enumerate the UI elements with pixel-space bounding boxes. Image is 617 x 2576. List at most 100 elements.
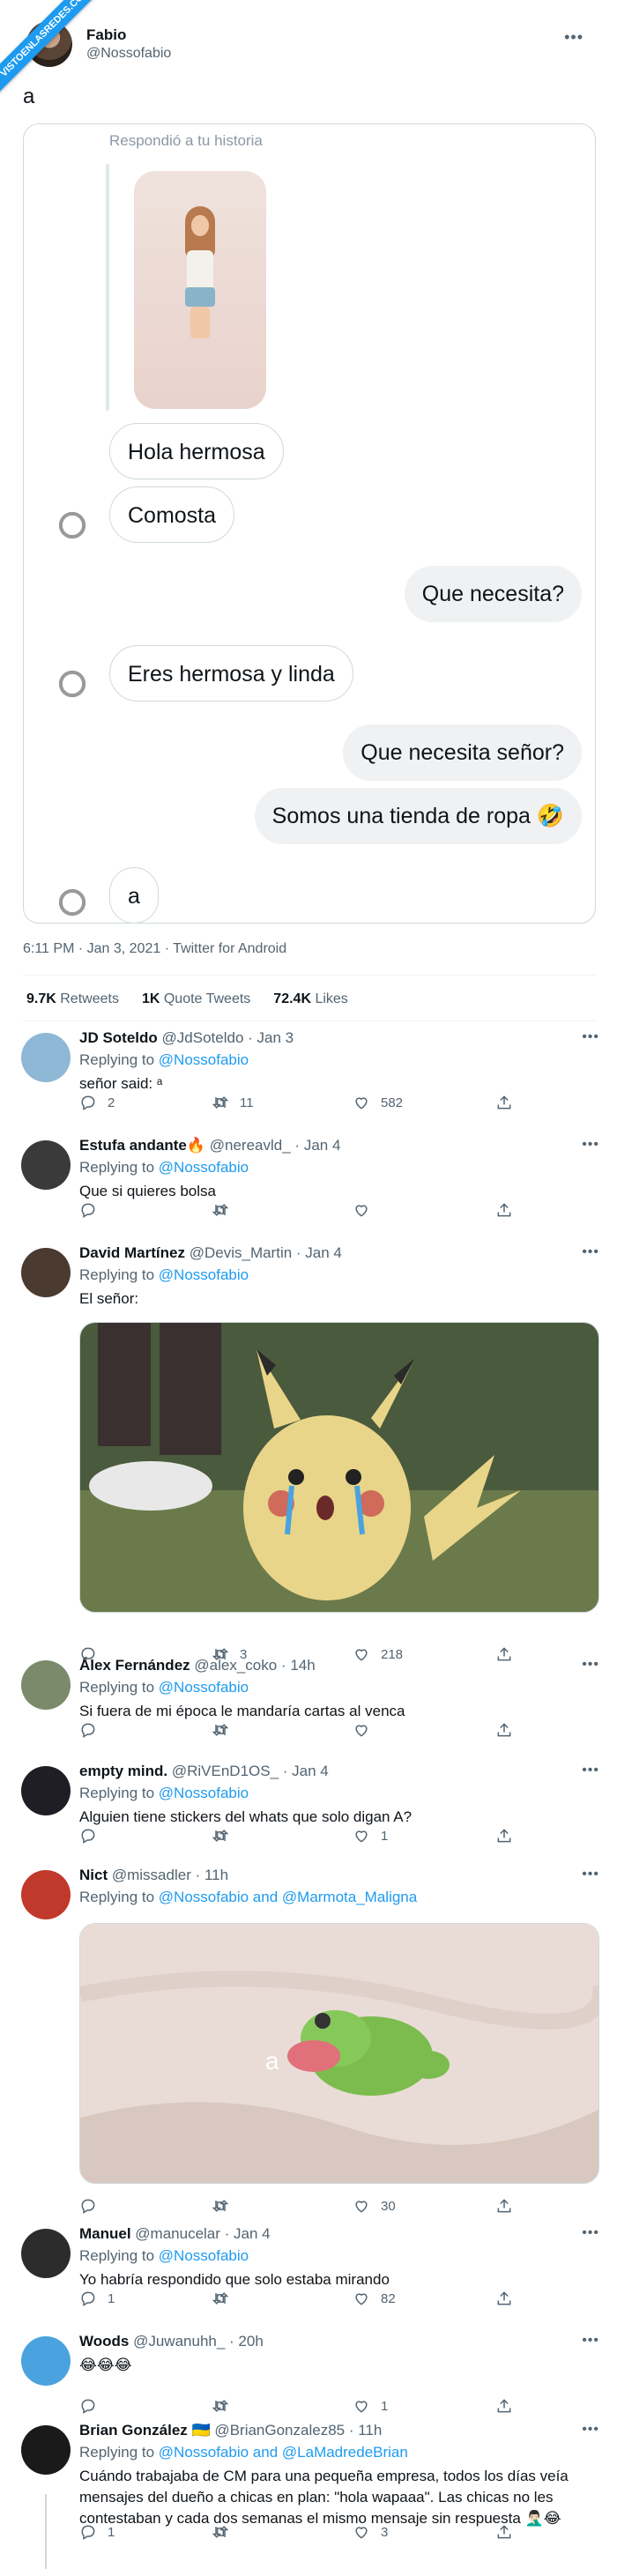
- more-options-icon[interactable]: •••: [582, 1763, 599, 1778]
- share-action[interactable]: [495, 2397, 513, 2415]
- more-options-icon[interactable]: •••: [582, 2225, 599, 2241]
- mention-link[interactable]: @Nossofabio: [159, 1266, 249, 1283]
- retweet-icon: [212, 1204, 229, 1216]
- reply-author-handle[interactable]: @Juwanuhh_: [133, 2333, 225, 2350]
- more-options-icon[interactable]: •••: [582, 1137, 599, 1153]
- mention-link[interactable]: @Nossofabio and @LaMadredeBrian: [159, 2444, 408, 2461]
- reply-media-pikachu[interactable]: [79, 1322, 599, 1613]
- reply-actions: [79, 1721, 573, 1741]
- reply-avatar[interactable]: [21, 2336, 71, 2386]
- reply-action[interactable]: [79, 1827, 108, 1845]
- reply-avatar[interactable]: [21, 2229, 71, 2278]
- reply-author-name[interactable]: Brian González: [79, 2422, 188, 2439]
- share-action[interactable]: [495, 1094, 513, 1111]
- reply-avatar[interactable]: [21, 1248, 71, 1297]
- reply-time[interactable]: Jan 4: [292, 1763, 329, 1779]
- reply-time[interactable]: Jan 4: [234, 2225, 271, 2242]
- like-action[interactable]: 1: [353, 2397, 388, 2415]
- share-action[interactable]: [495, 2197, 513, 2215]
- tweet-timestamp[interactable]: 6:11 PM · Jan 3, 2021 · Twitter for Andr…: [23, 941, 286, 957]
- retweet-action[interactable]: [212, 2523, 240, 2541]
- retweet-action[interactable]: [212, 2397, 240, 2415]
- reply-author-handle[interactable]: @nereavld_: [210, 1137, 291, 1154]
- reply-header: Brian González 🇺🇦 @BrianGonzalez85 · 11h: [79, 2422, 383, 2439]
- reply-action[interactable]: 2: [79, 1094, 115, 1111]
- reply-author-name[interactable]: Manuel: [79, 2225, 131, 2242]
- quotes-stat[interactable]: 1K Quote Tweets: [142, 991, 250, 1007]
- reply-time[interactable]: 11h: [204, 1867, 228, 1883]
- reply-author-name[interactable]: Álex Fernández: [79, 1657, 190, 1674]
- retweet-action[interactable]: [212, 1827, 240, 1845]
- more-options-icon[interactable]: •••: [582, 1657, 599, 1673]
- like-action[interactable]: [353, 1201, 381, 1219]
- reply-avatar[interactable]: [21, 1870, 71, 1919]
- reply-avatar[interactable]: [21, 1140, 71, 1190]
- story-thumbnail[interactable]: [134, 171, 266, 409]
- more-options-icon[interactable]: •••: [582, 2333, 599, 2349]
- reply-time[interactable]: 14h: [290, 1657, 315, 1674]
- reply-avatar[interactable]: [21, 1033, 71, 1082]
- reply-avatar[interactable]: [21, 1766, 71, 1815]
- more-options-icon[interactable]: •••: [582, 1244, 599, 1260]
- mention-link[interactable]: @Nossofabio: [159, 2247, 249, 2264]
- reply-time[interactable]: 20h: [238, 2333, 263, 2350]
- reply-action[interactable]: 1: [79, 2523, 115, 2541]
- like-action[interactable]: [353, 1721, 381, 1739]
- reply-author-name[interactable]: David Martínez: [79, 1244, 185, 1261]
- reply-time[interactable]: Jan 4: [304, 1137, 341, 1154]
- mention-link[interactable]: @Nossofabio: [159, 1051, 249, 1068]
- share-action[interactable]: [495, 2290, 513, 2307]
- more-options-icon[interactable]: •••: [582, 2422, 599, 2438]
- reply-author-name[interactable]: empty mind.: [79, 1763, 167, 1779]
- reply-time[interactable]: 11h: [358, 2422, 382, 2439]
- reply-author-handle[interactable]: @alex_coko: [194, 1657, 277, 1674]
- reply-avatar[interactable]: [21, 1660, 71, 1710]
- more-options-icon[interactable]: •••: [582, 1867, 599, 1882]
- like-action[interactable]: 82: [353, 2290, 396, 2307]
- retweet-action[interactable]: [212, 2197, 240, 2215]
- retweet-action[interactable]: [212, 1201, 240, 1219]
- reply-author-handle[interactable]: @manucelar: [135, 2225, 220, 2242]
- like-action[interactable]: 30: [353, 2197, 396, 2215]
- reply-author-handle[interactable]: @RiVEnD1OS_: [172, 1763, 279, 1779]
- reply-action[interactable]: 1: [79, 2290, 115, 2307]
- reply-actions: 30: [79, 2197, 573, 2216]
- like-action[interactable]: 1: [353, 1827, 388, 1845]
- reply-author-handle[interactable]: @JdSoteldo: [162, 1029, 244, 1046]
- mention-link[interactable]: @Nossofabio: [159, 1679, 249, 1696]
- share-action[interactable]: [495, 1827, 513, 1845]
- reply-author-handle[interactable]: @Devis_Martin: [190, 1244, 292, 1261]
- reply-time[interactable]: Jan 3: [257, 1029, 294, 1046]
- reply-author-handle[interactable]: @missadler: [112, 1867, 191, 1883]
- reply-author-name[interactable]: Woods: [79, 2333, 129, 2350]
- like-action[interactable]: 582: [353, 1094, 403, 1111]
- reply-action[interactable]: [79, 1201, 108, 1219]
- like-action[interactable]: 218: [353, 1645, 403, 1663]
- reply-action[interactable]: [79, 1721, 108, 1739]
- reply-author-name[interactable]: JD Soteldo: [79, 1029, 158, 1046]
- mention-link[interactable]: @Nossofabio: [159, 1159, 249, 1176]
- mention-link[interactable]: @Nossofabio and @Marmota_Maligna: [159, 1889, 417, 1905]
- share-action[interactable]: [495, 1201, 513, 1219]
- more-options-icon[interactable]: •••: [564, 28, 584, 47]
- like-count: 82: [381, 2290, 396, 2306]
- reply-author-handle[interactable]: 🇺🇦 @BrianGonzalez85: [192, 2422, 346, 2439]
- mention-link[interactable]: @Nossofabio: [159, 1785, 249, 1801]
- reply-action[interactable]: [79, 2397, 108, 2415]
- reply-author-name[interactable]: Nict: [79, 1867, 108, 1883]
- reply-action[interactable]: [79, 2197, 108, 2215]
- likes-stat[interactable]: 72.4K Likes: [273, 991, 348, 1007]
- reply-avatar[interactable]: [21, 2425, 71, 2475]
- retweet-action[interactable]: [212, 1721, 240, 1739]
- share-action[interactable]: [495, 2523, 513, 2541]
- retweets-stat[interactable]: 9.7K Retweets: [26, 991, 119, 1007]
- more-options-icon[interactable]: •••: [582, 1029, 599, 1045]
- retweet-action[interactable]: 11: [212, 1094, 254, 1111]
- share-action[interactable]: [495, 1721, 513, 1739]
- retweet-action[interactable]: [212, 2290, 240, 2307]
- reply-time[interactable]: Jan 4: [305, 1244, 342, 1261]
- share-action[interactable]: [495, 1645, 513, 1663]
- reply-media-frog[interactable]: a: [79, 1923, 599, 2184]
- like-action[interactable]: 3: [353, 2523, 388, 2541]
- reply-author-name[interactable]: Estufa andante🔥: [79, 1137, 205, 1154]
